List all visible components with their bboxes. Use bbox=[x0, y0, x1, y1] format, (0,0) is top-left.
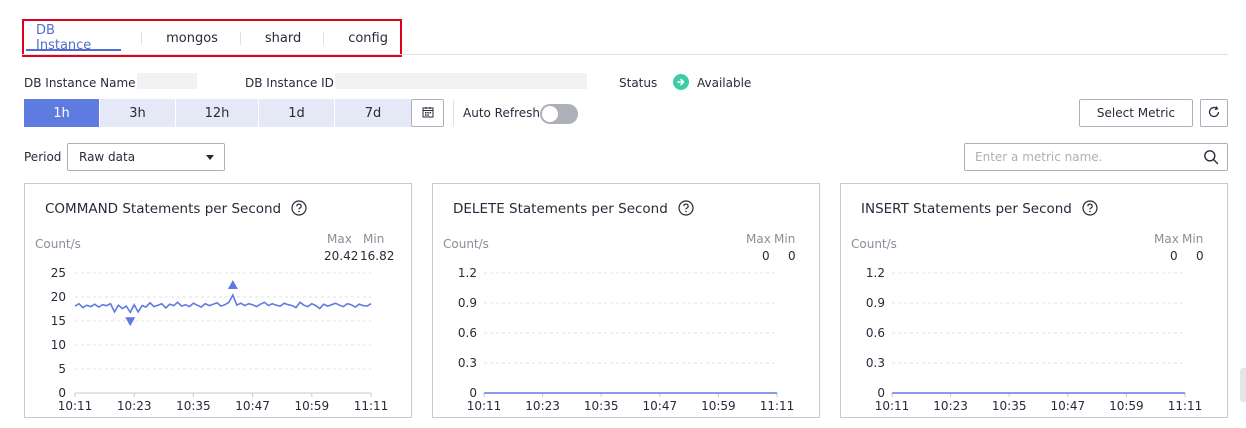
period-value: Raw data bbox=[79, 150, 136, 164]
x-tick-label: 10:47 bbox=[235, 399, 270, 413]
refresh-button[interactable] bbox=[1200, 99, 1228, 127]
x-tick-label: 10:11 bbox=[875, 399, 910, 413]
x-tick-label: 10:59 bbox=[701, 399, 736, 413]
tab-label: mongos bbox=[166, 30, 218, 46]
x-tick-label: 10:47 bbox=[1051, 399, 1086, 413]
max-marker bbox=[227, 279, 238, 289]
y-tick-label: 1.2 bbox=[458, 266, 477, 280]
tab-db-instance[interactable]: DB Instance bbox=[24, 21, 123, 55]
tab-divider bbox=[239, 31, 241, 45]
min-marker bbox=[125, 317, 136, 327]
y-tick-label: 1.2 bbox=[866, 266, 885, 280]
y-tick-label: 0 bbox=[877, 386, 885, 400]
auto-refresh-toggle[interactable] bbox=[540, 104, 578, 124]
side-panel-handle[interactable] bbox=[1240, 368, 1246, 402]
range-1h-button[interactable]: 1h bbox=[24, 99, 100, 127]
y-tick-label: 0 bbox=[58, 386, 66, 400]
caret-down-icon bbox=[206, 155, 214, 160]
tab-mongos[interactable]: mongos bbox=[154, 21, 230, 55]
x-tick-label: 10:11 bbox=[467, 399, 502, 413]
db-instance-id-value bbox=[335, 73, 587, 89]
db-instance-name-value bbox=[137, 73, 197, 89]
range-3h-button[interactable]: 3h bbox=[100, 99, 176, 127]
auto-refresh-label: Auto Refresh bbox=[463, 106, 540, 120]
y-tick-label: 20 bbox=[51, 290, 66, 304]
tab-divider bbox=[141, 31, 143, 45]
y-tick-label: 0 bbox=[469, 386, 477, 400]
x-tick-label: 10:35 bbox=[992, 399, 1027, 413]
insert-chart: 1.2 0.9 0.6 0.3 010:11 10:23 10:35 10:47 10:59 11… bbox=[866, 266, 1203, 413]
metric-card-delete: DELETE Statements per Second Count/s Max… bbox=[432, 183, 820, 418]
range-7d-button[interactable]: 7d bbox=[335, 99, 411, 127]
y-tick-label: 0.6 bbox=[866, 326, 885, 340]
range-1d-button[interactable]: 1d bbox=[259, 99, 335, 127]
instance-tabs: DB Instance mongos shard config bbox=[22, 19, 402, 57]
y-tick-label: 0.6 bbox=[458, 326, 477, 340]
x-tick-label: 10:35 bbox=[176, 399, 211, 413]
y-tick-label: 0.9 bbox=[866, 296, 885, 310]
metric-card-command: COMMAND Statements per Second Count/s Ma… bbox=[24, 183, 412, 418]
x-tick-label: 10:47 bbox=[643, 399, 678, 413]
x-tick-label: 10:11 bbox=[58, 399, 93, 413]
tab-divider bbox=[323, 31, 325, 45]
status-available-icon bbox=[673, 74, 689, 90]
metric-search bbox=[964, 143, 1228, 171]
tabs-underline bbox=[22, 54, 1228, 55]
x-tick-label: 10:59 bbox=[1109, 399, 1144, 413]
y-tick-label: 15 bbox=[51, 314, 66, 328]
y-tick-label: 0.3 bbox=[458, 356, 477, 370]
select-metric-button[interactable]: Select Metric bbox=[1079, 99, 1193, 127]
search-icon[interactable] bbox=[1203, 149, 1219, 168]
db-instance-id-label: DB Instance ID bbox=[245, 76, 334, 90]
range-12h-button[interactable]: 12h bbox=[176, 99, 259, 127]
y-tick-label: 0.9 bbox=[458, 296, 477, 310]
refresh-icon bbox=[1207, 105, 1221, 122]
command-chart: 25 20 15 10 5 010:11 10:23 10:35 10:47 10:59 11:11 bbox=[51, 266, 389, 413]
x-tick-label: 10:23 bbox=[525, 399, 560, 413]
db-instance-name-label: DB Instance Name bbox=[24, 76, 136, 90]
time-range-selector: 1h 3h 12h 1d 7d bbox=[24, 99, 411, 127]
status-label: Status bbox=[619, 76, 658, 90]
y-tick-label: 10 bbox=[51, 338, 66, 352]
y-tick-label: 0.3 bbox=[866, 356, 885, 370]
x-tick-label: 10:35 bbox=[584, 399, 619, 413]
toolbar-divider bbox=[453, 100, 454, 126]
x-tick-label: 11:11 bbox=[1168, 399, 1203, 413]
y-tick-label: 25 bbox=[51, 266, 66, 280]
tab-label: DB Instance bbox=[36, 23, 92, 53]
period-select[interactable]: Raw data bbox=[67, 143, 225, 171]
calendar-icon bbox=[422, 106, 434, 121]
tab-label: config bbox=[348, 30, 388, 46]
period-label: Period bbox=[24, 150, 62, 164]
x-tick-label: 11:11 bbox=[354, 399, 389, 413]
status-value: Available bbox=[697, 76, 752, 90]
metric-search-input[interactable] bbox=[965, 144, 1190, 170]
delete-chart: 1.2 0.9 0.6 0.3 010:11 10:23 10:35 10:47 10:59 11… bbox=[458, 266, 795, 413]
series-line bbox=[74, 293, 372, 314]
y-tick-label: 5 bbox=[58, 362, 66, 376]
metric-card-insert: INSERT Statements per Second Count/s Max… bbox=[840, 183, 1228, 418]
x-tick-label: 11:11 bbox=[760, 399, 795, 413]
x-tick-label: 10:23 bbox=[933, 399, 968, 413]
tab-config[interactable]: config bbox=[336, 21, 400, 55]
tab-label: shard bbox=[264, 30, 302, 46]
x-tick-label: 10:59 bbox=[295, 399, 330, 413]
tab-shard[interactable]: shard bbox=[253, 21, 313, 55]
custom-range-button[interactable] bbox=[411, 99, 444, 127]
x-tick-label: 10:23 bbox=[117, 399, 152, 413]
